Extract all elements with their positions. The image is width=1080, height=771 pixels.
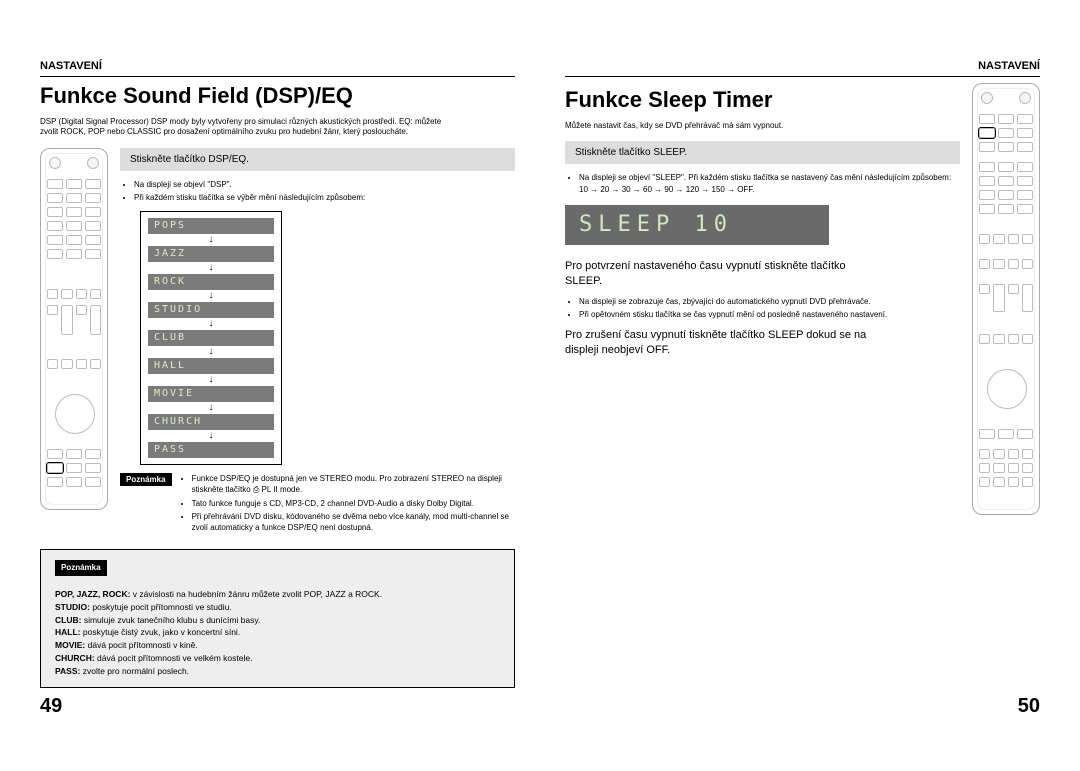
footer-note-box: Poznámka POP, JAZZ, ROCK: v závislosti n… xyxy=(40,549,515,688)
remote-diagram-right xyxy=(972,83,1040,515)
mode-cycle-diagram: POPS↓ JAZZ↓ ROCK↓ STUDIO↓ CLUB↓ HALL↓ MO… xyxy=(140,211,282,465)
page-title-left: Funkce Sound Field (DSP)/EQ xyxy=(40,83,515,109)
subheading-cancel: Pro zrušení času vypnutí tiskněte tlačít… xyxy=(565,328,885,359)
instruction-box-sleep: Stiskněte tlačítko SLEEP. xyxy=(565,141,960,164)
lcd-display-sleep: SLEEP 10 xyxy=(565,205,829,245)
intro-left: DSP (Digital Signal Processor) DSP mody … xyxy=(40,117,460,138)
note-text-1: Funkce DSP/EQ je dostupná jen ve STEREO … xyxy=(180,473,515,535)
sub1-bullets: Na displeji se zobrazuje čas, zbývající … xyxy=(565,296,960,320)
step1-bullets-right: Na displeji se objeví "SLEEP". Při každé… xyxy=(565,172,960,194)
subheading-confirm: Pro potvrzení nastaveného času vypnutí s… xyxy=(565,259,885,290)
note-badge: Poznámka xyxy=(120,473,172,486)
section-header-left: NASTAVENÍ xyxy=(40,60,515,77)
page-title-right: Funkce Sleep Timer xyxy=(565,87,960,113)
section-header-right: NASTAVENÍ xyxy=(565,60,1040,77)
page-number-left: 49 xyxy=(40,695,62,718)
instruction-box-dsp: Stiskněte tlačítko DSP/EQ. xyxy=(120,148,515,171)
intro-right: Můžete nastavit čas, kdy se DVD přehráva… xyxy=(565,121,960,131)
page-number-right: 50 xyxy=(1018,695,1040,718)
step1-bullets-left: Na displeji se objeví "DSP". Při každém … xyxy=(120,179,515,203)
remote-diagram-left xyxy=(40,148,108,510)
